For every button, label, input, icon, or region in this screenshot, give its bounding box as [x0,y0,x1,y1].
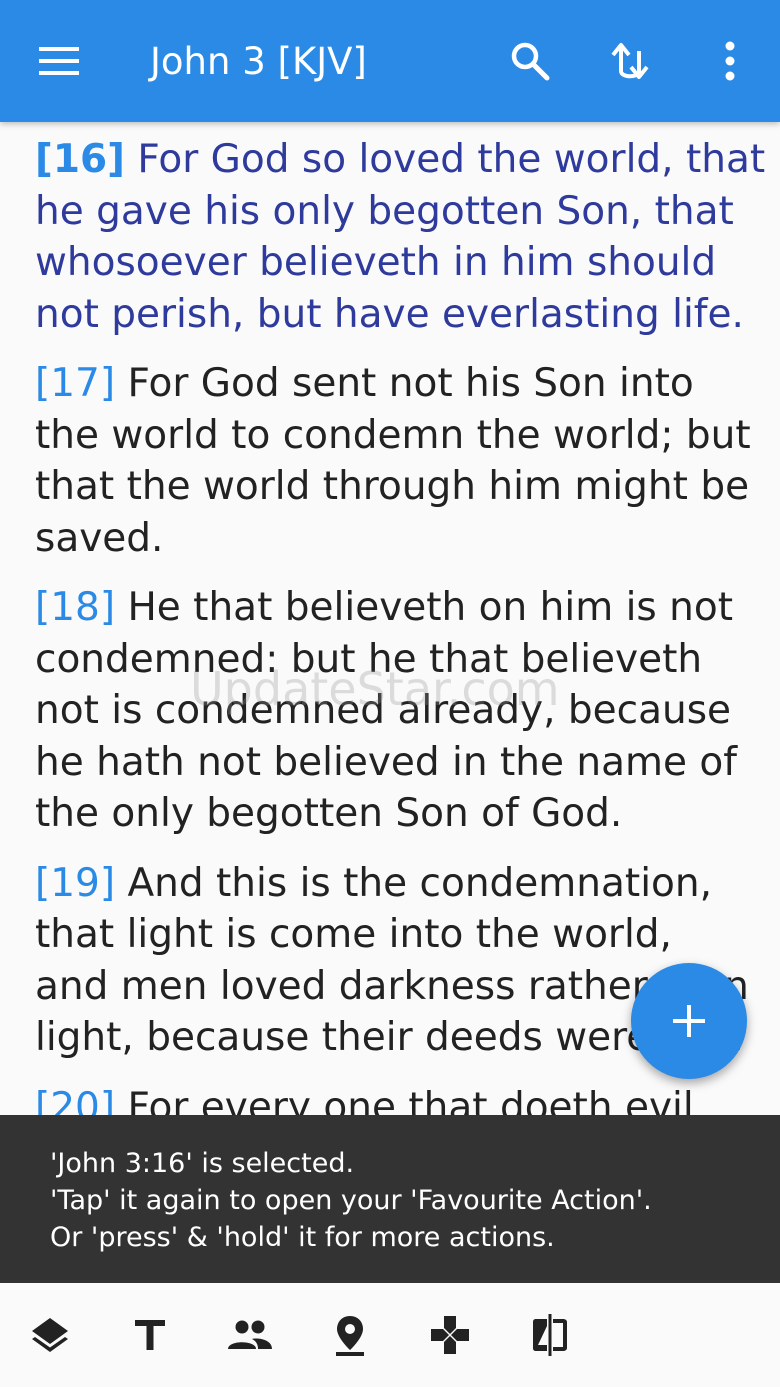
map-pin-icon [336,1316,364,1356]
verse-16[interactable]: [16] For God so loved the world, that he… [35,134,765,340]
swap-verse-button[interactable] [592,23,668,99]
selection-snackbar[interactable]: 'John 3:16' is selected. 'Tap' it again … [0,1115,780,1283]
snackbar-line: 'John 3:16' is selected. [50,1148,355,1179]
verse-line: he hath not believed in the name of [35,739,737,785]
verse-line: the world to condemn the world; but [35,412,751,458]
verse-line: For God so loved the world, that [124,137,766,182]
snackbar-line: 'Tap' it again to open your 'Favourite A… [50,1185,652,1216]
layers-icon [32,1318,68,1352]
compare-icon [533,1314,567,1356]
snackbar-line: Or 'press' & 'hold' it for more actions. [50,1222,555,1253]
compare-button[interactable] [514,1299,586,1371]
layers-button[interactable] [14,1299,86,1371]
gamepad-icon [431,1316,469,1354]
page-title[interactable]: John 3 [KJV] [150,36,367,88]
more-vertical-icon [725,41,735,81]
verse-line: that light is come into the world, [35,912,672,957]
app-screen: John 3 [KJV] [16] For God so loved the w… [0,0,780,1387]
verse-line: he gave his only begotten Son, that [35,188,734,234]
verse-17[interactable]: [17] For God sent not his Son into the w… [35,358,755,564]
verse-line: For God sent not his Son into [115,361,694,406]
app-bar: John 3 [KJV] [0,0,780,122]
verse-line: that the world through him might be [35,464,750,509]
text-format-icon [135,1320,165,1350]
verse-line: And this is the condemnation, [115,860,713,906]
verse-number: [17] [35,361,116,406]
snackbar-message: 'John 3:16' is selected. 'Tap' it again … [50,1145,652,1256]
map-button[interactable] [314,1299,386,1371]
add-button[interactable] [631,963,747,1079]
search-icon [511,42,550,81]
verse-line: whosoever believeth in him should [35,240,717,285]
plus-icon [673,1005,705,1037]
verse-line: saved. [35,515,164,561]
people-button[interactable] [214,1299,286,1371]
people-icon [228,1320,272,1349]
verse-number: [18] [35,585,116,630]
verse-line: not perish, but have everlasting life. [35,291,744,337]
menu-icon [39,47,79,75]
more-options-button[interactable] [692,23,768,99]
watermark: UpdateStar.com [190,662,560,716]
bottom-toolbar [0,1283,780,1387]
text-format-button[interactable] [114,1299,186,1371]
games-button[interactable] [414,1299,486,1371]
swap-vertical-icon [611,43,649,79]
verse-line: He that believeth on him is not [115,585,734,630]
search-button[interactable] [492,23,568,99]
verse-number: [19] [35,860,116,906]
menu-button[interactable] [21,23,97,99]
verse-number: [16] [35,137,125,182]
verse-line: the only begotten Son of God. [35,791,623,836]
